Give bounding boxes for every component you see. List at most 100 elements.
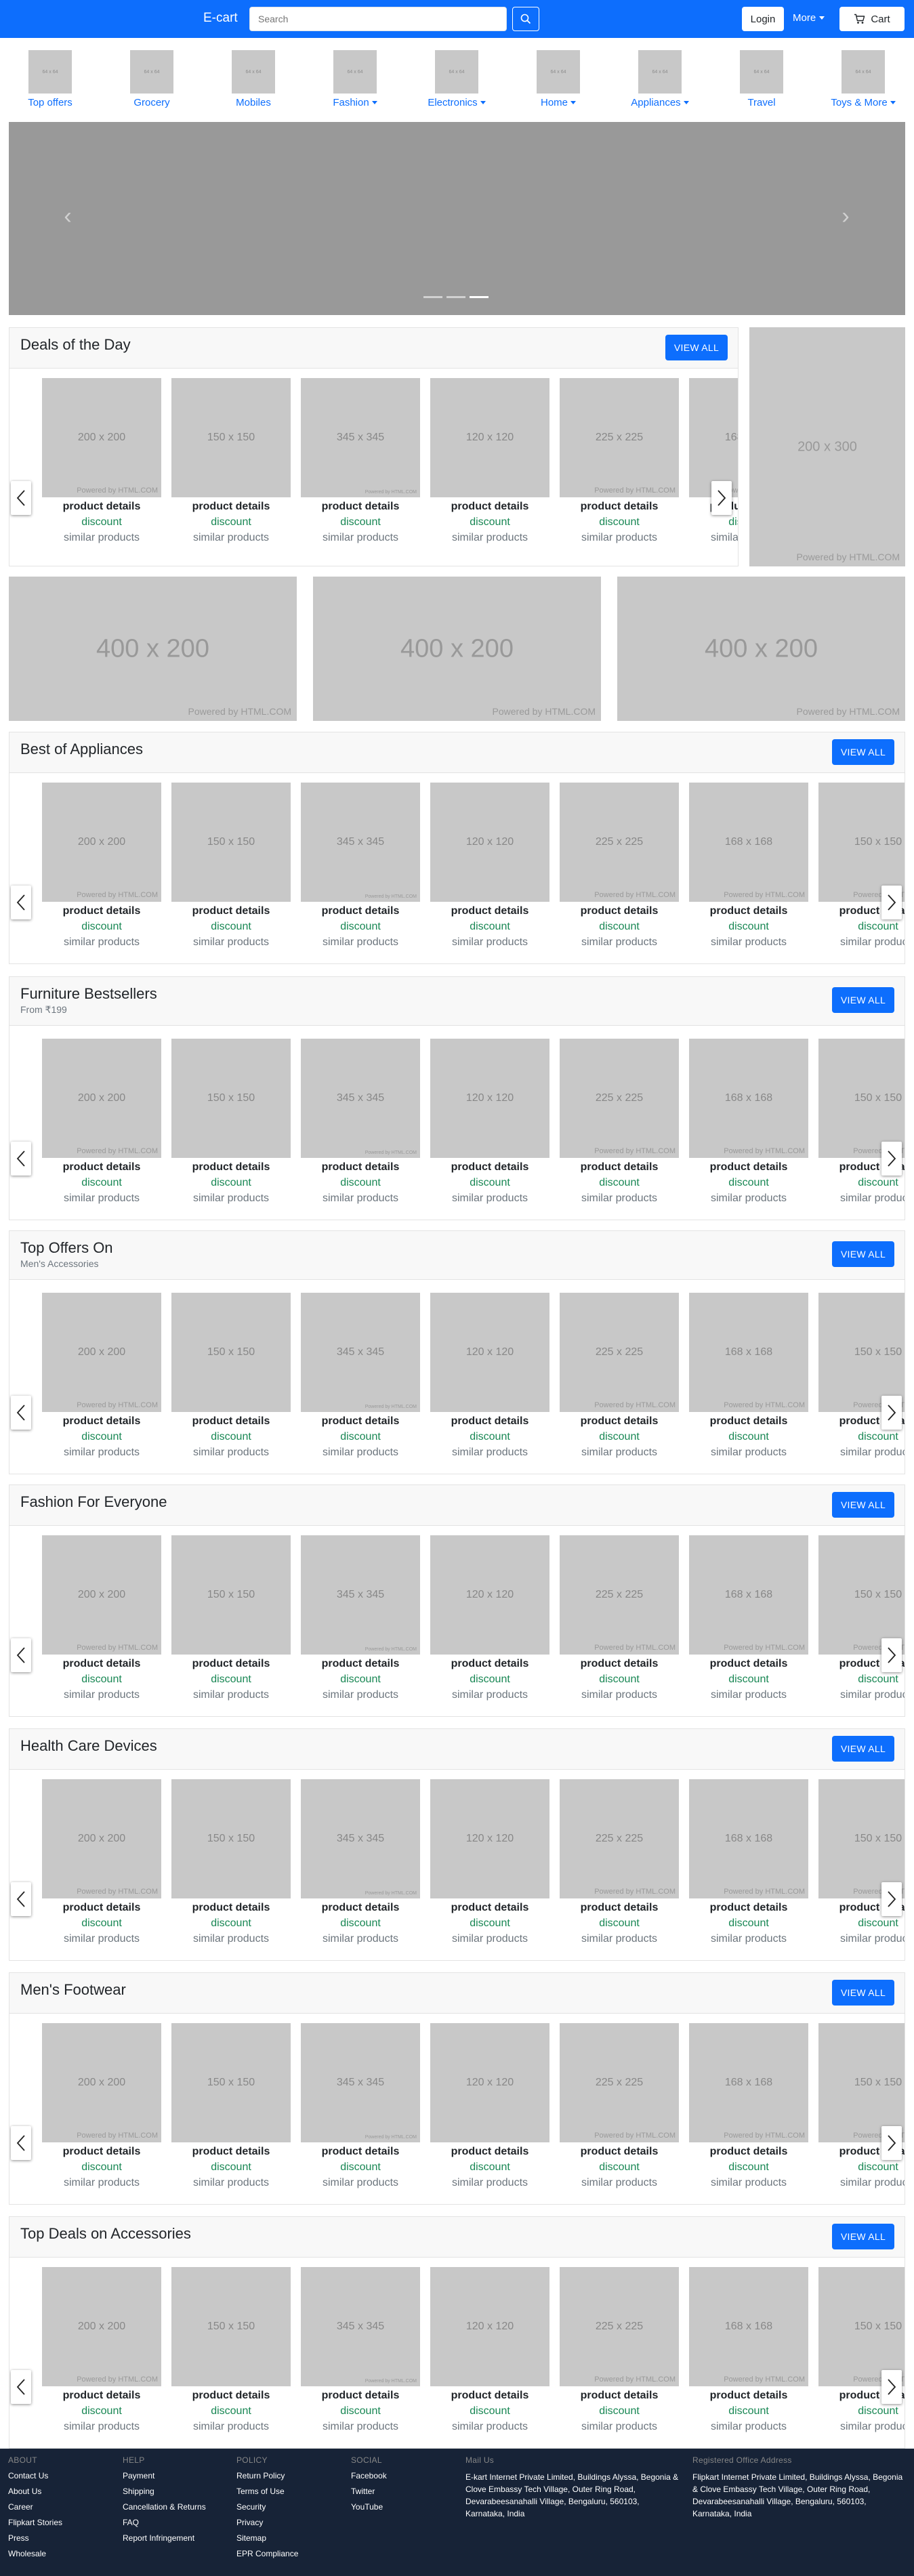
product-card[interactable]: 168 x 168Powered by HTML.COMproduct deta… <box>689 1293 808 1459</box>
similar-products-link[interactable]: similar products <box>193 1689 269 1701</box>
product-card[interactable]: 200 x 200 Powered by HTML.COM product deta… <box>42 1039 161 1205</box>
similar-products-link[interactable]: similar products <box>323 2421 398 2433</box>
similar-products-link[interactable]: similar products <box>452 532 528 544</box>
similar-products-link[interactable]: similar products <box>64 1447 140 1459</box>
product-card[interactable]: 200 x 200 Powered by HTML.COM product deta… <box>42 2267 161 2433</box>
similar-products-link[interactable]: similar products <box>452 2177 528 2189</box>
product-card[interactable]: 150 x 150Powered by HTML.COMproduct deta… <box>818 1293 905 1459</box>
product-card[interactable]: 345 x 345 Powered by HTML.COM product deta… <box>301 378 420 544</box>
similar-products-link[interactable]: similar products <box>840 1447 905 1459</box>
similar-products-link[interactable]: similar products <box>452 1689 528 1701</box>
footer-link[interactable]: Twitter <box>351 2487 387 2496</box>
category-mobiles[interactable]: 64 x 64 Mobiles <box>213 50 294 108</box>
similar-products-link[interactable]: similar products <box>323 2177 398 2189</box>
product-card[interactable]: 345 x 345 Powered by HTML.COM product deta… <box>301 1293 420 1459</box>
footer-link[interactable]: Cancellation & Returns <box>123 2502 206 2512</box>
similar-products-link[interactable]: similar products <box>581 2421 657 2433</box>
similar-products-link[interactable]: similar products <box>711 1447 787 1459</box>
similar-products-link[interactable]: similar products <box>711 1689 787 1701</box>
footer-link[interactable]: Press <box>8 2533 62 2543</box>
similar-products-link[interactable]: similar products <box>840 1192 905 1205</box>
product-card[interactable]: 200 x 200 Powered by HTML.COM product deta… <box>42 1535 161 1701</box>
footer-link[interactable]: Wholesale <box>8 2549 62 2558</box>
view-all-button[interactable]: VIEW ALL <box>665 335 728 360</box>
similar-products-link[interactable]: similar products <box>581 532 657 544</box>
product-card[interactable]: 120 x 120 product details discount similar … <box>430 2023 549 2189</box>
similar-products-link[interactable]: similar products <box>581 1933 657 1945</box>
product-card[interactable]: 345 x 345 Powered by HTML.COM product deta… <box>301 1039 420 1205</box>
similar-products-link[interactable]: similar products <box>840 1689 905 1701</box>
product-card[interactable]: 345 x 345 Powered by HTML.COM product deta… <box>301 1535 420 1701</box>
similar-products-link[interactable]: similar products <box>323 1192 398 1205</box>
search-box[interactable] <box>249 7 507 31</box>
promo-banner[interactable]: 400 x 200 Powered by HTML.COM <box>313 577 601 721</box>
product-card[interactable]: 345 x 345 Powered by HTML.COM product deta… <box>301 2023 420 2189</box>
view-all-button[interactable]: VIEW ALL <box>832 1736 894 1762</box>
similar-products-link[interactable]: similar products <box>193 2177 269 2189</box>
promo-banner[interactable]: 400 x 200 Powered by HTML.COM <box>617 577 905 721</box>
carousel-prev-button[interactable] <box>11 886 31 919</box>
similar-products-link[interactable]: similar products <box>323 1933 398 1945</box>
footer-link[interactable]: Contact Us <box>8 2471 62 2480</box>
brand-logo[interactable]: E-cart <box>203 11 238 26</box>
view-all-button[interactable]: VIEW ALL <box>832 1492 894 1518</box>
similar-products-link[interactable]: similar products <box>64 2421 140 2433</box>
similar-products-link[interactable]: similar products <box>581 2177 657 2189</box>
product-card[interactable]: 150 x 150Powered by HTML.COMproduct deta… <box>818 1039 905 1205</box>
similar-products-link[interactable]: similar products <box>840 1933 905 1945</box>
footer-link[interactable]: Terms of Use <box>236 2487 298 2496</box>
product-card[interactable]: 120 x 120 product details discount similar … <box>430 378 549 544</box>
similar-products-link[interactable]: similar products <box>581 1447 657 1459</box>
similar-products-link[interactable]: similar products <box>711 936 787 949</box>
product-card[interactable]: 225 x 225 Powered by HTML.COM product deta… <box>560 378 679 544</box>
side-ad-banner[interactable]: 200 x 300 Powered by HTML.COM <box>749 327 905 566</box>
product-card[interactable]: 225 x 225 Powered by HTML.COM product deta… <box>560 1039 679 1205</box>
similar-products-link[interactable]: similar products <box>840 2177 905 2189</box>
login-button[interactable]: Login <box>742 7 784 31</box>
footer-link[interactable]: Privacy <box>236 2518 298 2527</box>
cart-button[interactable]: Cart <box>839 7 905 31</box>
similar-products-link[interactable]: similar products <box>64 2177 140 2189</box>
similar-products-link[interactable]: similar products <box>452 1447 528 1459</box>
category-toys-and-more[interactable]: 64 x 64 Toys & More <box>823 50 904 108</box>
similar-products-link[interactable]: similar products <box>64 936 140 949</box>
footer-link[interactable]: Shipping <box>123 2487 206 2496</box>
similar-products-link[interactable]: similar products <box>452 1192 528 1205</box>
similar-products-link[interactable]: similar products <box>64 532 140 544</box>
similar-products-link[interactable]: similar products <box>711 2177 787 2189</box>
view-all-button[interactable]: VIEW ALL <box>832 739 894 765</box>
carousel-prev-button[interactable] <box>11 2126 31 2160</box>
product-card[interactable]: 120 x 120 product details discount similar … <box>430 783 549 949</box>
product-card[interactable]: 150 x 150 product details discount similar … <box>171 2023 291 2189</box>
similar-products-link[interactable]: similar products <box>193 532 269 544</box>
product-card[interactable]: 120 x 120 product details discount similar … <box>430 1779 549 1945</box>
footer-link[interactable]: Career <box>8 2502 62 2512</box>
product-card[interactable]: 150 x 150 product details discount similar … <box>171 1039 291 1205</box>
similar-products-link[interactable]: similar products <box>193 1933 269 1945</box>
product-card[interactable]: 200 x 200 Powered by HTML.COM product deta… <box>42 2023 161 2189</box>
product-card[interactable]: 225 x 225 Powered by HTML.COM product deta… <box>560 2267 679 2433</box>
carousel-next-button[interactable] <box>881 2126 902 2160</box>
promo-banner[interactable]: 400 x 200 Powered by HTML.COM <box>9 577 297 721</box>
category-home[interactable]: 64 x 64 Home <box>518 50 599 108</box>
view-all-button[interactable]: VIEW ALL <box>832 987 894 1013</box>
product-card[interactable]: 150 x 150Powered by HTML.COMproduct deta… <box>818 1779 905 1945</box>
similar-products-link[interactable]: similar products <box>711 1192 787 1205</box>
carousel-prev-button[interactable] <box>11 1396 31 1430</box>
similar-products-link[interactable]: similar products <box>323 936 398 949</box>
carousel-prev-button[interactable] <box>11 1638 31 1672</box>
product-card[interactable]: 120 x 120 product details discount similar … <box>430 2267 549 2433</box>
carousel-next-button[interactable] <box>881 1396 902 1430</box>
similar-products-link[interactable]: similar products <box>581 936 657 949</box>
carousel-next-icon[interactable]: › <box>832 203 859 230</box>
similar-products-link[interactable]: similar products <box>323 532 398 544</box>
product-card[interactable]: 168 x 168Powered by HTML.COMproduct deta… <box>689 2267 808 2433</box>
category-fashion[interactable]: 64 x 64 Fashion <box>314 50 396 108</box>
product-card[interactable]: 150 x 150Powered by HTML.COMproduct deta… <box>818 783 905 949</box>
similar-products-link[interactable]: similar products <box>64 1933 140 1945</box>
similar-products-link[interactable]: similar products <box>193 1192 269 1205</box>
footer-link[interactable]: FAQ <box>123 2518 206 2527</box>
similar-products-link[interactable]: similar products <box>840 2421 905 2433</box>
similar-products-link[interactable]: similar products <box>581 1689 657 1701</box>
product-card[interactable]: 168 x 168Powered by HTML.COMproduct deta… <box>689 378 738 544</box>
